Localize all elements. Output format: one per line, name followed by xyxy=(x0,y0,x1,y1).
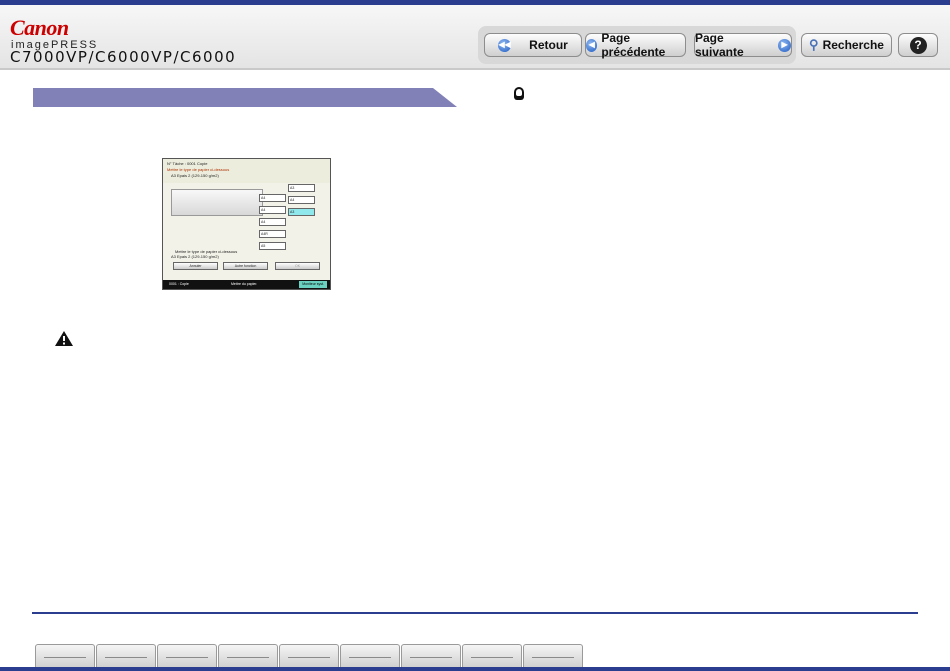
chapter-tab[interactable] xyxy=(523,644,583,668)
drawer-slot: A5 xyxy=(259,242,286,250)
footer-divider xyxy=(32,612,918,614)
machine-illustration xyxy=(171,189,263,216)
screen-ok-button: OK xyxy=(275,262,320,270)
section-title-bar xyxy=(33,88,457,107)
drawer-slot: A4 xyxy=(259,206,286,214)
screen-other-button: Autre fonction xyxy=(223,262,268,270)
next-page-label: Page suivante xyxy=(695,31,744,59)
chapter-tab[interactable] xyxy=(462,644,522,668)
drawer-slot: A4 xyxy=(288,196,315,204)
drawer-slot: A3 xyxy=(288,184,315,192)
bottom-border xyxy=(0,667,950,671)
chapter-tab[interactable] xyxy=(340,644,400,668)
rewind-icon: ◀◀ xyxy=(498,38,512,52)
search-button-label: Recherche xyxy=(822,38,884,52)
search-button[interactable]: ⚲ Recherche xyxy=(801,33,892,57)
previous-page-button[interactable]: ◀ Page précédente xyxy=(585,31,686,59)
drawer-slot: A4 xyxy=(259,218,286,226)
paper-type-text: A3 Epais 2 (129-150 g/m2) xyxy=(171,173,219,178)
note-icon xyxy=(514,87,524,100)
drawer-slot-selected: A3 xyxy=(288,208,315,216)
chapter-tab[interactable] xyxy=(279,644,339,668)
drawer-slot: A4R xyxy=(259,230,286,238)
warning-icon xyxy=(55,331,73,346)
previous-page-label: Page précédente xyxy=(601,31,666,59)
arrow-right-icon: ▶ xyxy=(778,38,791,52)
screen-status-message: Mettre du papier. xyxy=(231,282,258,286)
help-button[interactable]: ? xyxy=(898,33,938,57)
model-name: C7000VP/C6000VP/C6000 xyxy=(10,48,237,66)
chapter-tab[interactable] xyxy=(401,644,461,668)
drawer-slot: A4 xyxy=(259,194,286,202)
next-page-button[interactable]: Page suivante ▶ xyxy=(694,31,792,59)
help-icon: ? xyxy=(909,36,927,54)
arrow-left-icon: ◀ xyxy=(586,38,598,52)
chapter-tab[interactable] xyxy=(157,644,217,668)
back-button[interactable]: ◀◀ Retour xyxy=(484,33,582,57)
screen-paper-line: A3 Epais 2 (129-150 g/m2) xyxy=(171,254,219,259)
drawer-panel: A4 A4 A4 A4R A5 A3 A4 A3 xyxy=(259,184,319,254)
chapter-tabs xyxy=(35,644,584,668)
chapter-tab[interactable] xyxy=(218,644,278,668)
touch-panel-screenshot: N° Tâche : 0001 Copie Mettre le type de … xyxy=(162,158,331,290)
search-icon: ⚲ xyxy=(809,37,819,52)
screen-system-monitor: Moniteur syst. xyxy=(299,281,327,288)
chapter-tab[interactable] xyxy=(35,644,95,668)
screen-cancel-button: Annuler xyxy=(173,262,218,270)
back-button-label: Retour xyxy=(529,38,568,52)
job-number-text: N° Tâche : 0001 Copie xyxy=(167,161,208,166)
screen-status-job: 0001 : Copie xyxy=(169,282,189,286)
screen-status-bar: 0001 : Copie Mettre du papier. Moniteur … xyxy=(163,280,330,289)
chapter-tab[interactable] xyxy=(96,644,156,668)
canon-logo: Canon xyxy=(10,15,69,40)
instruction-text: Mettre le type de papier ci-dessous xyxy=(167,167,230,172)
